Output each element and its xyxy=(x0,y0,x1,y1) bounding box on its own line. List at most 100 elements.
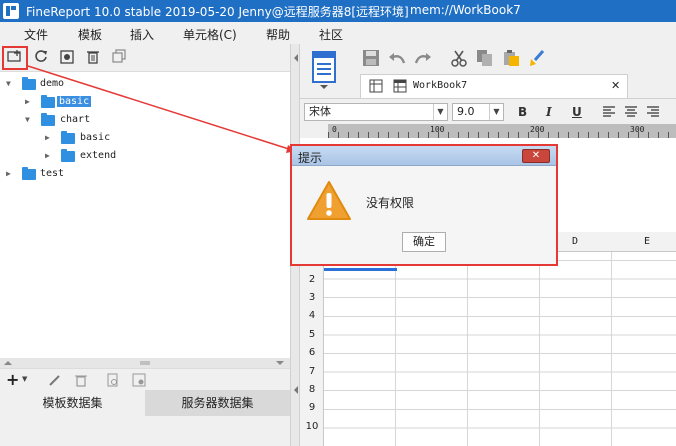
cut-icon[interactable] xyxy=(450,49,468,70)
collapse-arrow-icon[interactable]: ▶ xyxy=(45,151,50,160)
format-toolbar: 宋体 ▼ 9.0 ▼ B I U xyxy=(300,98,676,124)
row-number[interactable]: 7 xyxy=(300,366,324,377)
underline-button[interactable]: U xyxy=(572,105,582,119)
font-family-select[interactable]: 宋体 ▼ xyxy=(304,103,448,121)
main-toolbar xyxy=(300,44,676,74)
dropdown-icon[interactable]: ▼ xyxy=(22,375,27,383)
tree-node-chart-basic[interactable]: ▶ basic xyxy=(0,130,290,148)
align-right-icon[interactable] xyxy=(646,106,660,121)
copy-format-icon[interactable] xyxy=(476,49,494,70)
dataset-tabs: 模板数据集 服务器数据集 xyxy=(0,390,290,416)
settings-icon[interactable] xyxy=(58,49,76,67)
panel-splitter[interactable] xyxy=(0,358,290,368)
menu-file[interactable]: 文件 xyxy=(24,26,48,43)
row-number[interactable]: 8 xyxy=(300,384,324,395)
row-header: 2 3 4 5 6 7 8 9 10 xyxy=(300,252,324,446)
collapse-arrow-icon[interactable]: ▶ xyxy=(45,133,50,142)
dataset-toolbar: + ▼ xyxy=(0,368,290,390)
row-number[interactable]: 4 xyxy=(300,310,324,321)
collapse-arrow-icon[interactable]: ▶ xyxy=(25,97,30,106)
font-size-value: 9.0 xyxy=(457,105,475,118)
row-number[interactable]: 6 xyxy=(300,347,324,358)
warning-icon xyxy=(306,180,352,222)
expand-arrow-icon[interactable]: ▼ xyxy=(25,115,30,124)
format-painter-icon[interactable] xyxy=(528,49,546,70)
tab-workbook7[interactable]: WorkBook7 ✕ xyxy=(360,74,628,98)
bold-button[interactable]: B xyxy=(518,105,527,119)
row-number[interactable]: 9 xyxy=(300,402,324,413)
tree-label: basic xyxy=(80,132,111,143)
undo-icon[interactable] xyxy=(388,50,406,69)
align-center-icon[interactable] xyxy=(624,106,638,121)
tree-node-test[interactable]: ▶ test xyxy=(0,166,290,184)
expand-arrow-icon[interactable]: ▼ xyxy=(6,79,11,88)
row-number[interactable]: 2 xyxy=(300,274,324,285)
preview-icon[interactable] xyxy=(106,373,120,390)
menu-template[interactable]: 模板 xyxy=(78,26,102,43)
menu-insert[interactable]: 插入 xyxy=(130,26,154,43)
tree-label: demo xyxy=(40,78,65,89)
menu-cell[interactable]: 单元格(C) xyxy=(183,26,237,43)
tree-label: chart xyxy=(60,114,91,125)
tree-node-chart[interactable]: ▼ chart xyxy=(0,112,290,130)
row-number[interactable]: 10 xyxy=(300,421,324,432)
folder-icon xyxy=(61,131,75,144)
template-toolbar xyxy=(0,44,290,72)
window-path: mem://WorkBook7 xyxy=(410,3,521,17)
row-number[interactable]: 3 xyxy=(300,292,324,303)
delete-dataset-icon[interactable] xyxy=(74,373,88,390)
app-logo-icon xyxy=(3,3,19,19)
menu-help[interactable]: 帮助 xyxy=(266,26,290,43)
dataset-settings-icon[interactable] xyxy=(132,373,146,390)
folder-icon xyxy=(22,167,36,180)
dataset-list xyxy=(0,416,290,446)
document-tabs: WorkBook7 ✕ xyxy=(360,74,676,98)
menu-bar: 文件 模板 插入 单元格(C) 帮助 社区 xyxy=(0,22,676,44)
title-bar: FineReport 10.0 stable 2019-05-20 Jenny@… xyxy=(0,0,676,22)
close-tab-icon[interactable]: ✕ xyxy=(611,79,620,92)
font-family-value: 宋体 xyxy=(309,105,331,118)
template-icon[interactable] xyxy=(310,50,338,90)
add-icon[interactable]: + xyxy=(6,370,19,389)
dialog-close-button[interactable]: ✕ xyxy=(522,149,550,163)
tree-label-selected: basic xyxy=(57,96,92,107)
column-header-d[interactable]: D xyxy=(572,236,578,247)
italic-button[interactable]: I xyxy=(546,105,552,119)
font-size-select[interactable]: 9.0 ▼ xyxy=(452,103,504,121)
template-tree: ▼ demo ▶ basic ▼ chart ▶ basic ▶ extend … xyxy=(0,72,290,358)
save-icon[interactable] xyxy=(362,49,380,70)
tree-label: test xyxy=(40,168,65,179)
edit-icon[interactable] xyxy=(48,373,62,390)
paste-icon[interactable] xyxy=(502,49,520,70)
refresh-icon[interactable] xyxy=(32,49,50,67)
align-left-icon[interactable] xyxy=(602,106,616,121)
row-number[interactable]: 5 xyxy=(300,329,324,340)
cell-grid[interactable] xyxy=(324,252,676,446)
dialog-title-bar: 提示 ✕ xyxy=(292,146,556,166)
grid-icon xyxy=(369,79,383,96)
tree-node-demo[interactable]: ▼ demo xyxy=(0,76,290,94)
tree-node-extend[interactable]: ▶ extend xyxy=(0,148,290,166)
folder-icon xyxy=(61,149,75,162)
window-title: FineReport 10.0 stable 2019-05-20 Jenny@… xyxy=(26,5,409,19)
delete-icon[interactable] xyxy=(84,49,102,67)
alert-dialog: 提示 ✕ 没有权限 确定 xyxy=(290,144,558,266)
tab-server-dataset[interactable]: 服务器数据集 xyxy=(145,390,290,416)
ok-button[interactable]: 确定 xyxy=(402,232,446,252)
column-header-e[interactable]: E xyxy=(644,236,650,247)
tab-label: WorkBook7 xyxy=(413,80,468,91)
menu-community[interactable]: 社区 xyxy=(319,26,343,43)
active-cell-border xyxy=(324,268,397,271)
tab-template-dataset[interactable]: 模板数据集 xyxy=(0,390,145,416)
dialog-title: 提示 xyxy=(298,151,323,165)
tree-label: extend xyxy=(80,150,117,161)
chevron-down-icon[interactable]: ▼ xyxy=(433,104,447,120)
tree-node-basic[interactable]: ▶ basic xyxy=(0,94,290,112)
folder-icon xyxy=(22,77,36,90)
collapse-arrow-icon[interactable]: ▶ xyxy=(6,169,11,178)
copy-icon[interactable] xyxy=(110,49,128,67)
workbook-icon xyxy=(393,79,407,96)
chevron-down-icon[interactable]: ▼ xyxy=(489,104,503,120)
highlight-box xyxy=(2,46,28,70)
redo-icon[interactable] xyxy=(414,50,432,69)
